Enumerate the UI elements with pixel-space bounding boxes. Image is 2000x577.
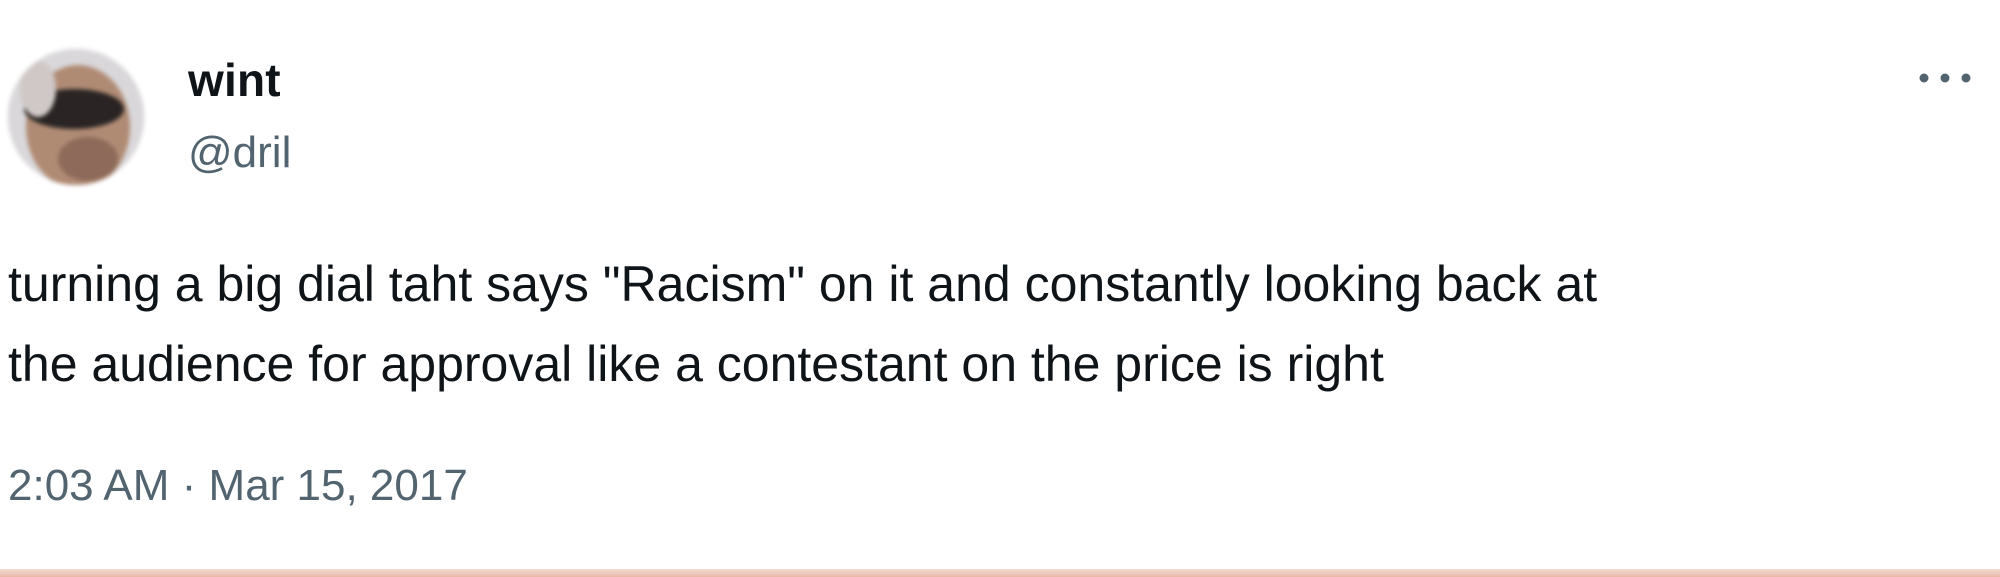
author-display-name[interactable]: wint [188, 52, 281, 108]
author-handle[interactable]: @dril [188, 126, 291, 180]
more-horizontal-icon [1919, 73, 1971, 83]
divider [0, 569, 2000, 577]
tweet-timestamp[interactable]: 2:03 AM · Mar 15, 2017 [8, 456, 468, 516]
tweet-text: turning a big dial taht says "Racism" on… [8, 244, 1968, 404]
tweet-text-line: turning a big dial taht says "Racism" on… [8, 256, 1598, 312]
avatar[interactable] [8, 49, 144, 185]
tweet-text-line: the audience for approval like a contest… [8, 336, 1384, 392]
tweet-card: wint @dril turning a big dial taht says … [0, 0, 2000, 577]
more-options-button[interactable] [1910, 58, 1980, 98]
avatar-image [8, 49, 144, 185]
